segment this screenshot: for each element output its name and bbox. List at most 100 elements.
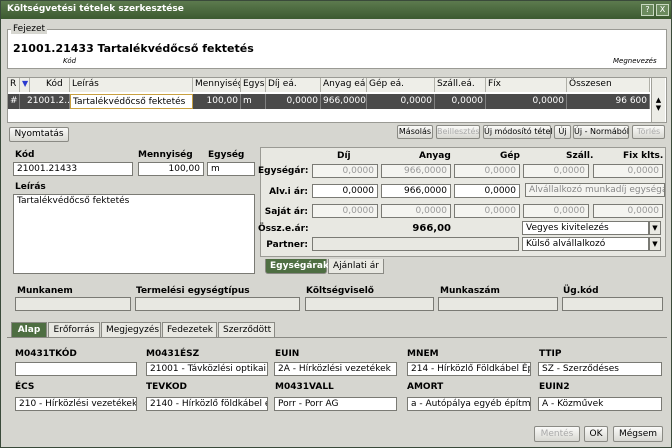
grid-cell-egys[interactable]: m <box>241 94 266 109</box>
close-button[interactable]: X <box>656 4 669 16</box>
scroll-down-icon[interactable]: ▼ <box>652 104 665 112</box>
ecs-field[interactable]: 210 - Hírközlési vezetékek <box>15 397 137 411</box>
grid-cell-dij[interactable]: 0,0000 <box>266 94 321 109</box>
egyseg-label: Egység <box>208 150 245 160</box>
partner-field[interactable] <box>312 237 519 251</box>
grid-header-fix[interactable]: Fíx <box>486 78 567 92</box>
grid-cell-fix[interactable]: 0,0000 <box>486 94 567 109</box>
sort-desc-icon: ▼ <box>22 79 29 88</box>
leiras-field[interactable]: Tartalékvédőcső fektetés <box>13 194 255 274</box>
ossz-label: Össz.e.ár: <box>258 224 309 234</box>
m0431tkod-label: M0431TKÓD <box>15 349 77 359</box>
alvi-ar-anyag[interactable]: 966,0000 <box>381 184 451 198</box>
koltsegviselo-field[interactable] <box>305 297 434 311</box>
grid-cell-gep[interactable]: 0,0000 <box>367 94 435 109</box>
grid-header-r[interactable]: R <box>8 78 20 92</box>
ecs-label: ÉCS <box>15 382 35 392</box>
amort-field[interactable]: a - Autópálya egyéb építm <box>407 397 531 411</box>
alvi-ar-type-combo[interactable]: Alvállalkozó munkadíj egységár <box>525 183 665 197</box>
kod-field[interactable]: 21001.21433 <box>13 162 133 176</box>
grid-cell-szall[interactable]: 0,0000 <box>435 94 486 109</box>
help-button[interactable]: ? <box>641 4 654 16</box>
vegyes-combo[interactable]: Vegyes kivitelezés <box>522 221 649 235</box>
euin-field[interactable]: 2A - Hírközlési vezetékek <box>274 362 397 376</box>
print-button[interactable]: Nyomtatás <box>9 127 69 142</box>
dialog-window: Költségvetési tételek szerkesztése ? X F… <box>0 0 672 448</box>
grid-header-anyag[interactable]: Anyag eá. <box>321 78 367 92</box>
grid-header-gep[interactable]: Gép eá. <box>367 78 435 92</box>
alvi-ar-gep[interactable]: 0,0000 <box>454 184 520 198</box>
delete-button[interactable]: Törlés <box>632 125 665 139</box>
new-modifier-button[interactable]: Új módosító tétel <box>483 125 553 139</box>
grid-header-kod[interactable]: Kód <box>30 78 70 92</box>
euin2-field[interactable]: A - Közművek <box>538 397 662 411</box>
grid-cell-kod[interactable]: 21001.2... <box>25 94 70 109</box>
sajat-ar-fix[interactable]: 0,0000 <box>593 204 663 218</box>
sajat-ar-szall[interactable]: 0,0000 <box>523 204 589 218</box>
ossz-value: 966,00 <box>412 223 451 234</box>
tevkod-label: TEVKOD <box>146 382 187 392</box>
termelesi-field[interactable] <box>135 297 300 311</box>
munkanem-field[interactable] <box>15 297 131 311</box>
egysegar-fix[interactable]: 0,0000 <box>593 164 663 178</box>
termelesi-label: Termelési egységtípus <box>136 286 250 296</box>
grid-cell-osszesen[interactable]: 96 600 <box>567 94 650 109</box>
munkaszam-field[interactable] <box>438 297 558 311</box>
grid-header-szall[interactable]: Száll.eá. <box>435 78 486 92</box>
tab-szerzodott[interactable]: Szerződött <box>218 322 275 337</box>
grid-header-egys[interactable]: Egys. <box>241 78 266 92</box>
grid-cell-mennyiseg[interactable]: 100,00 <box>193 94 241 109</box>
grid-cell-anyag[interactable]: 966,0000 <box>321 94 367 109</box>
grid-scrollbar[interactable]: ▲ ▼ <box>651 78 665 122</box>
egysegar-gep[interactable]: 0,0000 <box>454 164 520 178</box>
grid-header-osszesen[interactable]: Összesen <box>567 78 650 92</box>
alvi-ar-dij[interactable]: 0,0000 <box>312 184 378 198</box>
munkanem-label: Munkanem <box>17 286 73 296</box>
tab-alap[interactable]: Alap <box>11 322 47 337</box>
ok-button[interactable]: OK <box>584 426 608 442</box>
grid-header-leiras[interactable]: Leírás <box>70 78 193 92</box>
grid-header-dij[interactable]: Díj eá. <box>266 78 321 92</box>
scroll-up-icon[interactable]: ▲ <box>652 96 665 104</box>
cancel-button[interactable]: Mégsem <box>613 426 663 442</box>
m0431tkod-field[interactable] <box>15 362 137 376</box>
sajat-ar-anyag[interactable]: 0,0000 <box>381 204 451 218</box>
grid-cell-leiras[interactable]: Tartalékvédőcső fektetés <box>70 94 193 109</box>
alvi-ar-label: Alv.i ár: <box>269 187 308 197</box>
window-title: Költségvetési tételek szerkesztése <box>1 1 671 19</box>
mennyiseg-label: Mennyiség <box>138 150 193 160</box>
grid-header-mennyiseg[interactable]: Mennyiség <box>193 78 241 92</box>
egyseg-field[interactable]: m <box>207 162 255 176</box>
tevkod-field[interactable]: 2140 - Hírközlő földkábel é <box>146 397 268 411</box>
mennyiseg-field[interactable]: 100,00 <box>138 162 204 176</box>
vegyes-dropdown-icon[interactable]: ▼ <box>649 221 661 235</box>
m0431esz-field[interactable]: 21001 - Távközlési optikai <box>146 362 268 376</box>
tab-ajanlati-ar[interactable]: Ajánlati ár <box>328 259 384 274</box>
egysegar-szall[interactable]: 0,0000 <box>523 164 589 178</box>
tab-megjegyzes[interactable]: Megjegyzés <box>101 322 161 337</box>
tab-eroforras[interactable]: Erőforrás <box>48 322 100 337</box>
sajat-ar-gep[interactable]: 0,0000 <box>454 204 520 218</box>
grid-header-sort[interactable]: ▼ <box>20 78 30 92</box>
kulso-combo[interactable]: Külső alvállalkozó <box>522 237 649 251</box>
fejezet-title: 21001.21433 Tartalékvédőcső fektetés <box>13 42 254 55</box>
new-button[interactable]: Új <box>554 125 571 139</box>
egysegar-dij[interactable]: 0,0000 <box>312 164 378 178</box>
egysegar-anyag[interactable]: 966,0000 <box>381 164 451 178</box>
tab-fedezetek[interactable]: Fedezetek <box>162 322 217 337</box>
tab-egysegarak[interactable]: Egységárak <box>265 259 329 274</box>
ttip-label: TTIP <box>539 349 562 359</box>
fejezet-kod-caption: Kód <box>63 57 77 65</box>
ttip-field[interactable]: SZ - Szerződéses <box>538 362 662 376</box>
grid-cell-r[interactable]: # <box>8 94 20 109</box>
copy-button[interactable]: Másolás <box>397 125 433 139</box>
save-button[interactable]: Mentés <box>534 426 580 442</box>
price-col-gep: Gép <box>500 151 520 161</box>
m0431vall-field[interactable]: Porr - Porr AG <box>274 397 397 411</box>
ugkod-field[interactable] <box>562 297 663 311</box>
kulso-dropdown-icon[interactable]: ▼ <box>649 237 661 251</box>
new-from-norm-button[interactable]: Új - Normából <box>573 125 629 139</box>
paste-button[interactable]: Beillesztés <box>436 125 480 139</box>
sajat-ar-dij[interactable]: 0,0000 <box>312 204 378 218</box>
mnem-field[interactable]: 214 - Hírközlő Földkábel Ép <box>407 362 531 376</box>
